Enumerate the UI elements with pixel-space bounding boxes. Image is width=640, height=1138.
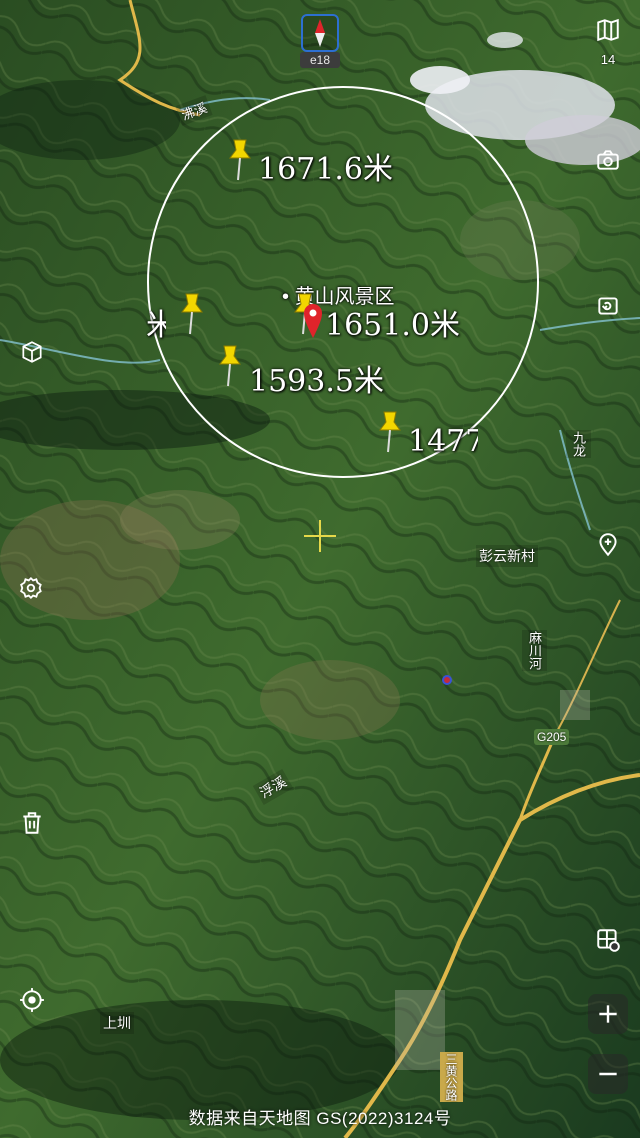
place-label-upper: 上圳 [100, 1012, 134, 1034]
zoom-level: 14 [600, 52, 616, 67]
minus-icon [599, 1072, 617, 1076]
3d-cube-icon [22, 341, 42, 363]
zoom-out-button[interactable] [588, 1054, 628, 1094]
red-location-marker[interactable] [302, 302, 324, 343]
camera-icon [597, 150, 619, 170]
camera-button[interactable] [588, 140, 628, 180]
rotate-view-button[interactable] [588, 286, 628, 326]
locate-button[interactable] [12, 980, 52, 1020]
trash-icon [23, 812, 41, 834]
map-pin[interactable] [176, 290, 208, 343]
channel-label: 麻川河 [522, 630, 547, 671]
pin-elevation-label: 1477 [408, 424, 478, 459]
compass-label: e18 [300, 52, 340, 68]
road-label-bottom: 三黄公路 [440, 1052, 463, 1102]
3d-view-button[interactable] [12, 332, 52, 372]
map-pin[interactable] [214, 342, 246, 395]
map-pin[interactable] [374, 408, 406, 461]
pin-elevation-label: 米 [146, 308, 166, 343]
delete-button[interactable] [12, 803, 52, 843]
location-marker-icon [304, 304, 322, 338]
pin-elevation-label: 1593.5米 [249, 364, 384, 399]
map-grid-button[interactable] [588, 920, 628, 960]
map-grid-icon [597, 929, 620, 952]
rotate-camera-icon [598, 297, 618, 315]
book-map-icon [597, 18, 619, 42]
road-badge: G205 [534, 729, 570, 745]
stream-label: 九龙 [566, 430, 591, 458]
crosshair-locate-icon [20, 988, 44, 1012]
compass-button[interactable] [301, 14, 339, 52]
pushpin-icon [229, 139, 251, 181]
add-location-button[interactable] [588, 525, 628, 565]
pin-elevation-label: 1651.0米 [325, 308, 460, 343]
plus-icon [599, 1005, 617, 1023]
gear-location-icon [20, 576, 42, 600]
location-plus-icon [599, 533, 617, 557]
village-label: 彭云新村 [476, 545, 538, 567]
zoom-in-button[interactable] [588, 994, 628, 1034]
layers-button[interactable] [588, 10, 628, 50]
pushpin-icon [181, 293, 203, 335]
compass-icon [315, 19, 325, 47]
map-pin[interactable] [224, 136, 256, 189]
map-attribution: 数据来自天地图 GS(2022)3124号 [188, 1109, 452, 1128]
pushpin-icon [219, 345, 241, 387]
pin-elevation-label: 1671.6米 [258, 152, 393, 187]
pushpin-icon [379, 411, 401, 453]
settings-button[interactable] [12, 568, 52, 608]
